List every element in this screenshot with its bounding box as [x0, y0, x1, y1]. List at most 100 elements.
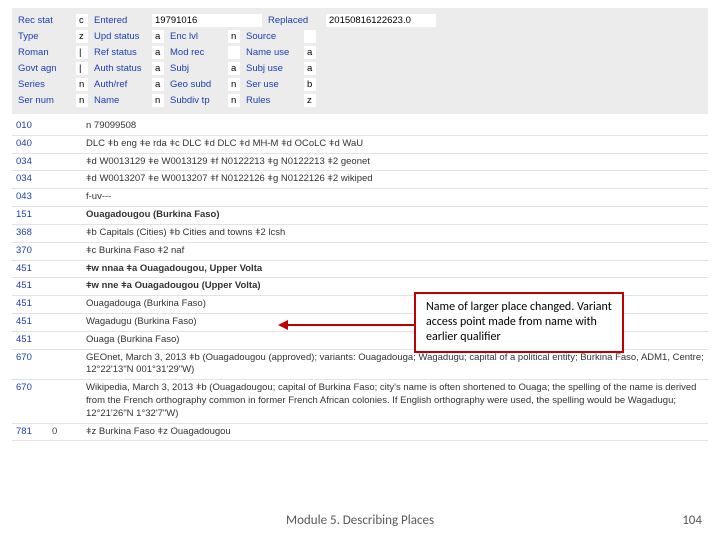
- marc-row: 040 DLC ǂb eng ǂe rda ǂc DLC ǂd DLC ǂd MH…: [12, 136, 708, 154]
- marc-data: ǂc Burkina Faso ǂ2 naf: [86, 245, 708, 258]
- slide-container: Rec statc Entered19791016 Replaced20150816…: [0, 0, 720, 540]
- marc-row: 370 ǂc Burkina Faso ǂ2 naf: [12, 243, 708, 261]
- fixed-field-row: Rec statc Entered19791016 Replaced20150816…: [18, 12, 702, 28]
- marc-row: 010 n 79099508: [12, 118, 708, 136]
- fixed-field-value: b: [304, 78, 316, 91]
- marc-row: 368 ǂb Capitals (Cities) ǂb Cities and to…: [12, 225, 708, 243]
- fixed-field-label: Name use: [246, 47, 304, 58]
- fixed-field-row: Typez Upd statusa Enc lvln Source: [18, 28, 702, 44]
- fixed-field-row: SeriesnAuth/refaGeo subdnSer useb: [18, 76, 702, 92]
- fixed-field-label: Upd status: [94, 31, 152, 42]
- fixed-field-label: Subdiv tp: [170, 95, 228, 106]
- fixed-field-value: n: [76, 78, 88, 91]
- fixed-field-value: [228, 46, 240, 59]
- fixed-field-label: Govt agn: [18, 63, 76, 74]
- marc-row: 670 Wikipedia, March 3, 2013 ǂb (Ouagadou…: [12, 380, 708, 423]
- fixed-field-label: Enc lvl: [170, 31, 228, 42]
- fixed-field-row: Govt agn|Auth statusaSubjaSubj usea: [18, 60, 702, 76]
- fixed-field-label: Mod rec: [170, 47, 228, 58]
- fixed-field-label: Subj use: [246, 63, 304, 74]
- fixed-field-value: n: [76, 94, 88, 107]
- fixed-field-value: z: [76, 30, 88, 43]
- fixed-field-label: Ref status: [94, 47, 152, 58]
- marc-tag: 010: [12, 120, 52, 131]
- fixed-field-value: a: [304, 62, 316, 75]
- marc-tag: 781: [12, 426, 52, 437]
- annotation-callout: Name of larger place changed. Variant ac…: [414, 292, 624, 353]
- marc-tag: 034: [12, 173, 52, 184]
- marc-tag: 451: [12, 298, 52, 309]
- fixed-field-value: n: [228, 94, 240, 107]
- fixed-field-value: n: [152, 94, 164, 107]
- marc-data: ǂd W0013207 ǂe W0013207 ǂf N0122126 ǂg N…: [86, 173, 708, 186]
- fixed-field-label: Ser num: [18, 95, 76, 106]
- fixed-field-label: Auth status: [94, 63, 152, 74]
- marc-data: Ouagadougou (Burkina Faso): [86, 209, 708, 222]
- marc-tag: 451: [12, 280, 52, 291]
- fixed-field-value: a: [152, 62, 164, 75]
- marc-tag: 451: [12, 334, 52, 345]
- marc-tag: 670: [12, 382, 52, 393]
- marc-data: ǂw nnaa ǂa Ouagadougou, Upper Volta: [86, 263, 708, 276]
- marc-tag: 034: [12, 156, 52, 167]
- fixed-field-value: a: [152, 78, 164, 91]
- fixed-fields-panel: Rec statc Entered19791016 Replaced20150816…: [12, 8, 708, 114]
- marc-fields-table: 010 n 79099508 040 DLC ǂb eng ǂe rda ǂc DLC…: [12, 118, 708, 441]
- fixed-field-value: c: [76, 14, 88, 27]
- marc-data: n 79099508: [86, 120, 708, 133]
- marc-row: 034 ǂd W0013129 ǂe W0013129 ǂf N0122213 ǂ…: [12, 154, 708, 172]
- fixed-field-label: Source: [246, 31, 304, 42]
- fixed-field-row: Ser numnNamenSubdiv tpnRulesz: [18, 92, 702, 108]
- fixed-field-value: a: [152, 30, 164, 43]
- annotation-arrow: [286, 324, 414, 326]
- fixed-field-value: 19791016: [152, 14, 262, 27]
- fixed-field-label: Ser use: [246, 79, 304, 90]
- fixed-field-value: 20150816122623.0: [326, 14, 436, 27]
- marc-data: ǂd W0013129 ǂe W0013129 ǂf N0122213 ǂg N…: [86, 156, 708, 169]
- marc-row: 7810ǂz Burkina Faso ǂz Ouagadougou: [12, 424, 708, 442]
- fixed-field-value: a: [152, 46, 164, 59]
- fixed-field-label: Rec stat: [18, 15, 76, 26]
- marc-data: Wikipedia, March 3, 2013 ǂb (Ouagadougou…: [86, 382, 708, 420]
- fixed-field-label: Replaced: [268, 15, 326, 26]
- fixed-field-value: a: [228, 62, 240, 75]
- marc-data: GEOnet, March 3, 2013 ǂb (Ouagadougou (a…: [86, 352, 708, 378]
- fixed-field-label: Subj: [170, 63, 228, 74]
- marc-tag: 151: [12, 209, 52, 220]
- footer-module-title: Module 5. Describing Places: [0, 513, 720, 528]
- marc-tag: 043: [12, 191, 52, 202]
- marc-data: ǂb Capitals (Cities) ǂb Cities and towns…: [86, 227, 708, 240]
- marc-row: 451 ǂw nnaa ǂa Ouagadougou, Upper Volta: [12, 261, 708, 279]
- fixed-field-label: Rules: [246, 95, 304, 106]
- fixed-field-label: Auth/ref: [94, 79, 152, 90]
- marc-tag: 370: [12, 245, 52, 256]
- fixed-field-value: [304, 30, 316, 43]
- fixed-field-label: Entered: [94, 15, 152, 26]
- marc-data: DLC ǂb eng ǂe rda ǂc DLC ǂd DLC ǂd MH-M …: [86, 138, 708, 151]
- fixed-field-label: Roman: [18, 47, 76, 58]
- fixed-field-value: a: [304, 46, 316, 59]
- marc-data: ǂz Burkina Faso ǂz Ouagadougou: [86, 426, 708, 439]
- marc-data: f-uv---: [86, 191, 708, 204]
- marc-tag: 040: [12, 138, 52, 149]
- marc-row: 151 Ouagadougou (Burkina Faso): [12, 207, 708, 225]
- marc-tag: 451: [12, 263, 52, 274]
- fixed-field-label: Geo subd: [170, 79, 228, 90]
- fixed-field-value: z: [304, 94, 316, 107]
- fixed-field-value: n: [228, 78, 240, 91]
- marc-tag: 368: [12, 227, 52, 238]
- fixed-field-value: |: [76, 62, 88, 75]
- fixed-field-value: n: [228, 30, 240, 43]
- fixed-field-row: Roman|Ref statusaMod recName usea: [18, 44, 702, 60]
- fixed-field-label: Type: [18, 31, 76, 42]
- marc-row: 670 GEOnet, March 3, 2013 ǂb (Ouagadougou…: [12, 350, 708, 381]
- fixed-field-value: |: [76, 46, 88, 59]
- marc-indicator: 0: [52, 426, 86, 437]
- fixed-field-label: Series: [18, 79, 76, 90]
- marc-row: 043 f-uv---: [12, 189, 708, 207]
- fixed-field-label: Name: [94, 95, 152, 106]
- marc-tag: 451: [12, 316, 52, 327]
- footer-page-number: 104: [682, 513, 702, 528]
- marc-tag: 670: [12, 352, 52, 363]
- marc-row: 034 ǂd W0013207 ǂe W0013207 ǂf N0122126 ǂ…: [12, 171, 708, 189]
